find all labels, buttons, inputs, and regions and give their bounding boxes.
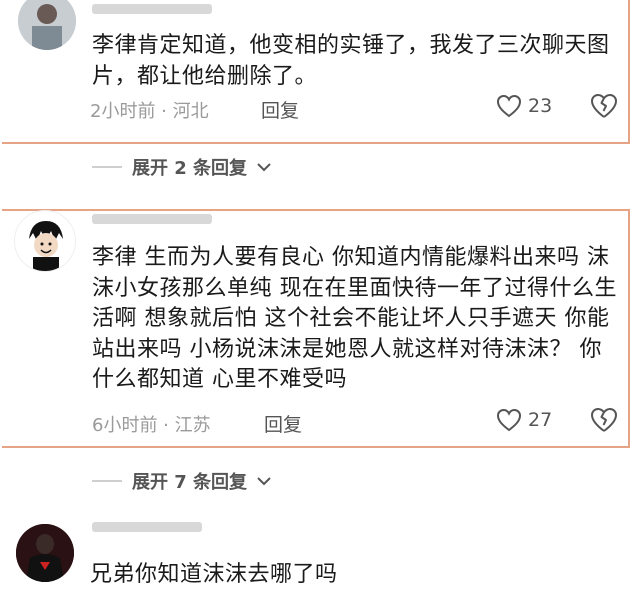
reply-button[interactable]: 回复 <box>261 96 299 123</box>
username[interactable] <box>92 214 212 224</box>
expand-label: 展开 7 条回复 <box>132 472 248 493</box>
chevron-down-icon <box>257 477 271 486</box>
avatar[interactable] <box>16 524 74 582</box>
username[interactable] <box>92 4 212 14</box>
username[interactable] <box>92 522 202 532</box>
like-count: 23 <box>528 95 553 117</box>
heart-icon <box>496 94 522 118</box>
expand-replies-button[interactable]: 展开 2 条回复 <box>92 154 271 180</box>
like-button[interactable]: 27 <box>496 408 552 432</box>
chevron-down-icon <box>257 163 271 172</box>
comment-text: 李律 生而为人要有良心 你知道内情能爆料出来吗 沫沫小女孩那么单纯 现在在里面快… <box>92 245 617 392</box>
expand-replies-button[interactable]: 展开 7 条回复 <box>92 468 271 494</box>
comment-text: 兄弟你知道沫沫去哪了吗 <box>90 562 338 587</box>
like-button[interactable]: 23 <box>496 94 552 118</box>
reply-button[interactable]: 回复 <box>264 410 302 437</box>
heart-icon <box>496 408 522 432</box>
expand-label: 展开 2 条回复 <box>132 158 248 179</box>
dislike-button[interactable] <box>590 407 618 437</box>
comment-meta: 6小时前 · 江苏 <box>92 415 211 436</box>
divider <box>92 166 122 168</box>
avatar[interactable] <box>14 210 76 272</box>
comment-text: 李律肯定知道，他变相的实锤了，我发了三次聊天图片，都让他给删除了。 <box>92 33 610 89</box>
comment-meta: 2小时前 · 河北 <box>90 101 209 122</box>
divider <box>92 480 122 482</box>
like-count: 27 <box>528 409 553 431</box>
dislike-button[interactable] <box>590 93 618 123</box>
broken-heart-icon <box>591 407 618 432</box>
broken-heart-icon <box>591 93 618 118</box>
